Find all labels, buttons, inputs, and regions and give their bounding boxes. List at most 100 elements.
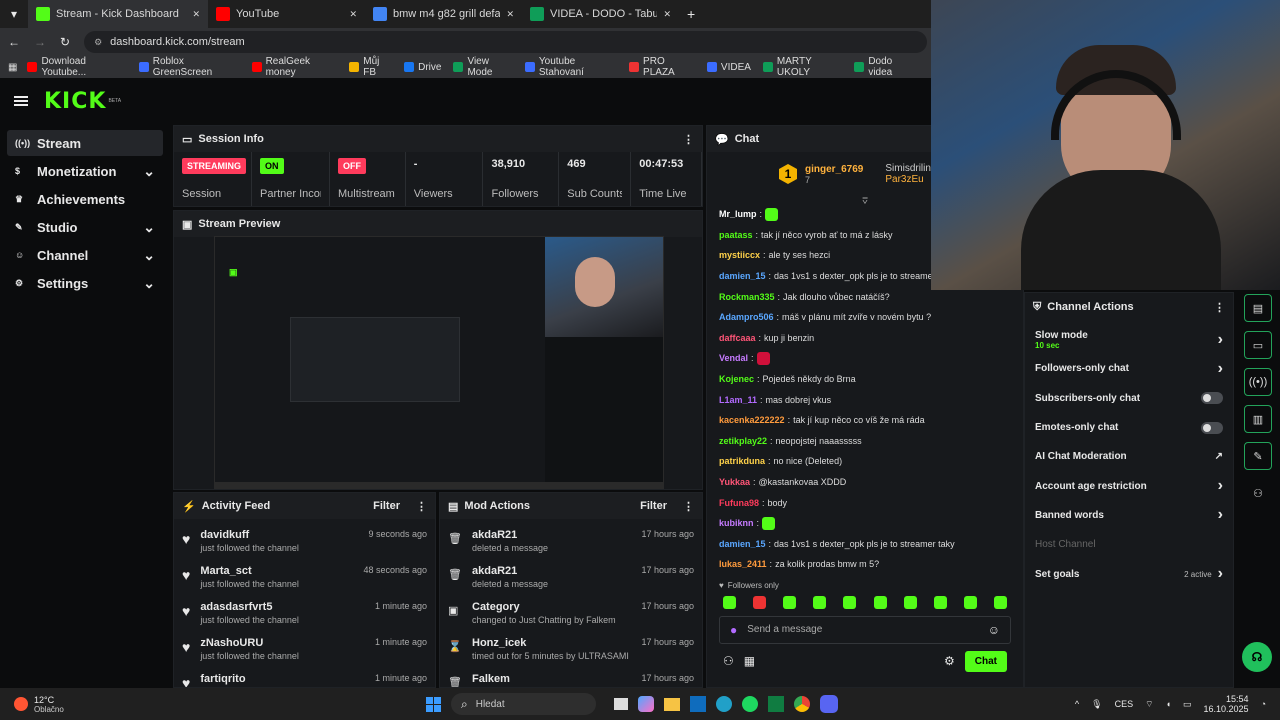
reload-icon[interactable]: ↻ — [60, 35, 70, 49]
chat-message[interactable]: Kojenec: Pojedeš někdy do Brna — [707, 369, 1023, 390]
discord-icon[interactable] — [820, 695, 838, 713]
task-view-icon[interactable] — [614, 698, 628, 710]
hamburger-icon[interactable] — [14, 94, 28, 108]
forward-icon[interactable]: → — [34, 35, 46, 49]
people-icon[interactable]: ⚇ — [723, 654, 734, 668]
chat-username[interactable]: Vendal — [719, 353, 748, 363]
emote-icon[interactable] — [933, 595, 947, 609]
chat-username[interactable]: daffcaaa — [719, 333, 756, 343]
url-field[interactable]: ⚙ dashboard.kick.com/stream — [84, 31, 927, 53]
chat-username[interactable]: lukas_2411 — [719, 559, 767, 569]
activity-item[interactable]: ♥ adasdasrfvrt5 just followed the channel 1… — [174, 597, 435, 633]
mod-action-name[interactable]: Honz_icek — [472, 637, 629, 649]
copilot-icon[interactable] — [638, 696, 654, 712]
close-icon[interactable]: ✕ — [192, 9, 200, 20]
chat-send-button[interactable]: Chat — [964, 650, 1007, 672]
chat-message[interactable]: kacenka222222: tak jí kup něco co víš že … — [707, 410, 1023, 431]
broadcast-icon[interactable]: ((•)) — [1244, 368, 1272, 396]
channel-action-account-age-restriction[interactable]: Account age restriction › — [1025, 471, 1233, 500]
site-info-icon[interactable]: ⚙ — [94, 37, 102, 48]
browser-tab[interactable]: YouTube ✕ — [208, 0, 365, 28]
channel-action-set-goals[interactable]: Set goals 2 active › — [1025, 559, 1233, 588]
chat-message[interactable]: L1am_11: mas dobrej vkus — [707, 389, 1023, 410]
stream-preview-video[interactable]: ▣ — [214, 236, 664, 489]
chat-message[interactable]: Yukkaa: @kastankovaa XDDD — [707, 472, 1023, 493]
gifter-third[interactable]: Par3zEu — [885, 174, 931, 185]
bookmark-item[interactable]: Download Youtube... — [27, 56, 126, 78]
browser-tab[interactable]: VIDEA - DODO - Tabulky Googl ✕ — [522, 0, 679, 28]
chat-username[interactable]: Adampro506 — [719, 312, 774, 322]
channel-action-subscribers-only-chat[interactable]: Subscribers-only chat — [1025, 384, 1233, 413]
mod-action-item[interactable]: 🗑 akdaR21 deleted a message 17 hours ago — [440, 525, 702, 561]
settings-icon[interactable]: ⚙ — [944, 654, 955, 668]
activity-user[interactable]: fartiqrito — [200, 673, 245, 685]
activity-user[interactable]: adasdasrfvrt5 — [200, 601, 299, 613]
gifter-name[interactable]: ginger_6769 — [805, 164, 863, 175]
sidebar-item-stream[interactable]: ((•)) Stream — [7, 130, 163, 156]
emote-icon[interactable] — [753, 595, 767, 609]
battery-icon[interactable]: ▭ — [1183, 699, 1192, 710]
chat-username[interactable]: damien_15 — [719, 271, 766, 281]
emote-icon[interactable] — [873, 595, 887, 609]
bookmark-item[interactable]: Roblox GreenScreen — [138, 56, 240, 78]
file-explorer-icon[interactable] — [664, 697, 680, 711]
chevron-down-icon[interactable]: ⌄ — [143, 220, 155, 234]
sidebar-item-achievements[interactable]: ♛ Achievements — [7, 186, 163, 212]
chat-icon[interactable]: ▭ — [1244, 331, 1272, 359]
mod-action-name[interactable]: akdaR21 — [472, 565, 548, 577]
more-icon[interactable]: ⋮ — [416, 500, 427, 513]
chevron-up-icon[interactable]: ^ — [1075, 699, 1079, 709]
close-icon[interactable]: ✕ — [506, 9, 514, 20]
chat-message[interactable]: Adampro506: máš v plánu mít zvíře v novém… — [707, 307, 1023, 328]
emote-icon[interactable] — [843, 595, 857, 609]
more-icon[interactable]: ⋮ — [1214, 301, 1225, 314]
chevron-down-icon[interactable]: ⌄ — [143, 248, 155, 262]
tab-search-icon[interactable]: ▾ — [0, 7, 28, 21]
sidebar-item-settings[interactable]: ⚙ Settings ⌄ — [7, 270, 163, 296]
edge-icon[interactable] — [716, 696, 732, 712]
activity-filter-button[interactable]: Filter — [373, 500, 400, 512]
chevron-down-icon[interactable]: ⌄ — [143, 164, 155, 178]
back-icon[interactable]: ← — [8, 35, 20, 49]
chat-username[interactable]: Fufuna98 — [719, 498, 759, 508]
toggle-switch[interactable] — [1201, 421, 1223, 434]
chat-username[interactable]: paatass — [719, 230, 753, 240]
toggle-switch[interactable] — [1201, 392, 1223, 405]
language-indicator[interactable]: CES — [1115, 699, 1134, 709]
document-icon[interactable]: ▤ — [1244, 294, 1272, 322]
more-icon[interactable]: ⋮ — [683, 133, 694, 146]
sidebar-item-studio[interactable]: ✎ Studio ⌄ — [7, 214, 163, 240]
emote-icon[interactable] — [723, 595, 736, 609]
chat-username[interactable]: Kojenec — [719, 374, 754, 384]
chat-message[interactable]: kubiknn: — [707, 513, 1023, 534]
bookmark-item[interactable]: RealGeek money — [251, 56, 338, 78]
emote-icon[interactable] — [783, 595, 797, 609]
bookmark-item[interactable]: PRO PLAZA — [629, 56, 695, 78]
emoji-icon[interactable]: ☺ — [988, 623, 1000, 637]
mod-filter-button[interactable]: Filter — [640, 500, 667, 512]
channel-action-emotes-only-chat[interactable]: Emotes-only chat — [1025, 413, 1233, 442]
channel-action-host-channel[interactable]: Host Channel — [1025, 530, 1233, 559]
support-icon[interactable]: ☊ — [1242, 642, 1272, 672]
people-icon[interactable]: ⚇ — [1244, 479, 1272, 507]
apps-grid-icon[interactable]: ▦ — [8, 62, 17, 73]
mic-icon[interactable]: ● — [730, 623, 737, 637]
chat-message[interactable]: zetikplay22: neopojstej naaasssss — [707, 431, 1023, 452]
clock[interactable]: 15:54 16.10.2025 — [1204, 694, 1249, 714]
chat-message[interactable]: daffcaaa: kup ji benzin — [707, 328, 1023, 349]
chat-username[interactable]: L1am_11 — [719, 395, 757, 405]
mod-action-item[interactable]: 🗑 akdaR21 deleted a message 17 hours ago — [440, 561, 702, 597]
chrome-icon[interactable] — [794, 696, 810, 712]
chat-message[interactable]: lukas_2411: za kolik prodas bmw m 5? — [707, 554, 1023, 575]
emote-icon[interactable] — [813, 595, 827, 609]
chat-username[interactable]: kacenka222222 — [719, 415, 785, 425]
activity-item[interactable]: ♥ fartiqrito 1 minute ago — [174, 669, 435, 687]
chat-message[interactable]: Fufuna98: body — [707, 492, 1023, 513]
channel-action-followers-only-chat[interactable]: Followers-only chat › — [1025, 354, 1233, 383]
mod-action-name[interactable]: Category — [472, 601, 616, 613]
browser-tab[interactable]: bmw m4 g82 grill default - Hle ✕ — [365, 0, 522, 28]
close-icon[interactable]: ✕ — [663, 9, 671, 20]
chat-message[interactable]: Vendal: — [707, 348, 1023, 369]
chat-username[interactable]: zetikplay22 — [719, 436, 767, 446]
activity-item[interactable]: ♥ Marta_sct just followed the channel 48 se… — [174, 561, 435, 597]
